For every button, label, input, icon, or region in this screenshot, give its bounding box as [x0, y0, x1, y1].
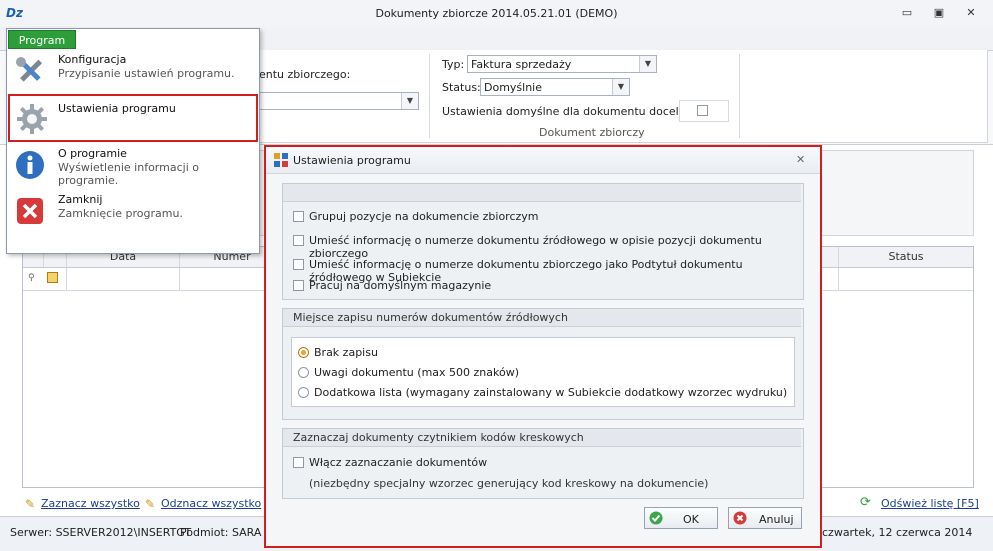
chevron-down-icon[interactable]: ▼	[639, 56, 656, 72]
radio-label: Uwagi dokumentu (max 500 znaków)	[314, 366, 520, 379]
menu-item-title: Zamknij	[58, 193, 103, 206]
status-combo[interactable]: Domyślnie ▼	[480, 78, 630, 96]
option-label: Włącz zaznaczanie dokumentów	[309, 456, 488, 469]
chevron-down-icon[interactable]: ▼	[612, 79, 629, 95]
app-window-icon	[274, 153, 288, 167]
cancel-icon	[733, 511, 747, 525]
ok-button[interactable]: OK	[644, 507, 718, 529]
radio-group: Brak zapisu Uwagi dokumentu (max 500 zna…	[291, 337, 795, 407]
radio-label: Brak zapisu	[314, 346, 378, 359]
pencil-uncheck-icon: ✎	[145, 497, 156, 511]
menu-item-title: Konfiguracja	[58, 53, 127, 66]
close-icon	[17, 198, 43, 224]
filter-icon: ⚲	[28, 273, 35, 283]
select-all-link[interactable]: Zaznacz wszystko	[41, 497, 140, 510]
menu-item-ustawienia-programu[interactable]: Ustawienia programu	[8, 94, 258, 142]
dialog-close-button[interactable]: ✕	[796, 153, 805, 166]
radio-label: Dodatkowa lista (wymagany zainstalowany …	[314, 386, 788, 399]
menu-item-o-programie[interactable]: O programie Wyświetlenie informacji o pr…	[8, 143, 258, 187]
menu-item-desc: Przypisanie ustawień programu.	[58, 67, 235, 80]
deselect-all-link[interactable]: Odznacz wszystko	[161, 497, 261, 510]
chevron-down-icon[interactable]: ▼	[401, 93, 418, 109]
group-header	[283, 184, 801, 202]
cell-divider	[838, 268, 839, 290]
window-close-button[interactable]: ✕	[961, 5, 981, 21]
refresh-icon: ⟳	[860, 495, 871, 510]
typ-value: Faktura sprzedaży	[471, 58, 572, 71]
group-caption: Dokument zbiorczy	[539, 126, 645, 139]
status-label: Status:	[442, 81, 481, 94]
defaults-checkbox-cell	[679, 100, 729, 122]
radio-uwagi[interactable]	[298, 367, 309, 378]
pencil-check-icon: ✎	[25, 497, 36, 511]
dialog-title-bar: Ustawienia programu ✕	[266, 147, 820, 174]
group-header: Miejsce zapisu numerów dokumentów źródło…	[283, 309, 801, 327]
source-doc-combo[interactable]: ▼	[259, 92, 419, 110]
col-status-header[interactable]: Status	[838, 247, 973, 267]
ok-label: OK	[683, 513, 699, 526]
cell-divider	[66, 268, 67, 290]
entity-info: Podmiot: SARA	[180, 526, 262, 539]
general-options-group: Grupuj pozycje na dokumencie zbiorczym U…	[282, 183, 804, 300]
title-bar: Dz Dokumenty zbiorcze 2014.05.21.01 (DEM…	[0, 0, 993, 29]
barcode-enable-checkbox[interactable]	[293, 457, 304, 468]
subtitle-checkbox[interactable]	[293, 259, 304, 270]
menu-item-konfiguracja[interactable]: Konfiguracja Przypisanie ustawień progra…	[8, 49, 258, 93]
menu-item-desc: Wyświetlenie informacji o programie.	[58, 161, 199, 187]
default-warehouse-checkbox[interactable]	[293, 280, 304, 291]
barcode-group: Zaznaczaj dokumenty czytnikiem kodów kre…	[282, 428, 804, 499]
option-label: Grupuj pozycje na dokumencie zbiorczym	[309, 210, 539, 223]
group-items-checkbox[interactable]	[293, 211, 304, 222]
tools-icon	[16, 57, 43, 82]
menu-item-title: Ustawienia programu	[58, 102, 176, 115]
source-number-desc-checkbox[interactable]	[293, 235, 304, 246]
source-doc-label: entu zbiorczego:	[259, 68, 351, 81]
defaults-checkbox[interactable]	[697, 105, 708, 116]
dialog-title: Ustawienia programu	[293, 154, 411, 167]
window-title: Dokumenty zbiorcze 2014.05.21.01 (DEMO)	[375, 7, 618, 20]
option-label: Pracuj na domyślnym magazynie	[309, 279, 492, 292]
radio-brak-zapisu[interactable]	[298, 347, 309, 358]
server-info: Serwer: SSERVER2012\INSERTGT	[10, 526, 192, 539]
typ-combo[interactable]: Faktura sprzedaży ▼	[467, 55, 657, 73]
menu-item-desc: Zamknięcie programu.	[58, 207, 183, 220]
refresh-link[interactable]: Odśwież listę [F5]	[881, 497, 979, 510]
restore-button[interactable]: ▣	[929, 5, 949, 21]
minimize-button[interactable]: ▭	[897, 5, 917, 21]
menu-item-zamknij[interactable]: Zamknij Zamknięcie programu.	[8, 189, 258, 233]
cancel-button[interactable]: Anuluj	[728, 507, 802, 529]
option-label: Umieść informację o numerze dokumentu źr…	[309, 234, 762, 260]
check-icon	[649, 511, 663, 525]
status-value: Domyślnie	[484, 81, 543, 94]
menu-item-title: O programie	[58, 147, 127, 160]
barcode-note: (niezbędny specjalny wzorzec generujący …	[309, 477, 709, 490]
gear-icon	[17, 104, 47, 134]
cancel-label: Anuluj	[759, 513, 794, 526]
defaults-label: Ustawienia domyślne dla dokumentu docelo…	[442, 105, 715, 118]
cell-divider	[179, 268, 180, 290]
settings-dialog: Ustawienia programu ✕ Grupuj pozycje na …	[264, 145, 822, 548]
select-all-checkbox[interactable]	[47, 272, 58, 283]
info-icon	[16, 151, 44, 179]
program-menu: Konfiguracja Przypisanie ustawień progra…	[6, 28, 260, 254]
typ-label: Typ:	[442, 58, 465, 71]
program-tab[interactable]: Program	[8, 30, 76, 49]
group-header: Zaznaczaj dokumenty czytnikiem kodów kre…	[283, 429, 801, 447]
date-info: czwartek, 12 czerwca 2014	[822, 526, 973, 539]
group-separator	[429, 54, 430, 138]
radio-dodatkowa-lista[interactable]	[298, 387, 309, 398]
group-separator	[739, 54, 740, 138]
storage-location-group: Miejsce zapisu numerów dokumentów źródło…	[282, 308, 804, 420]
